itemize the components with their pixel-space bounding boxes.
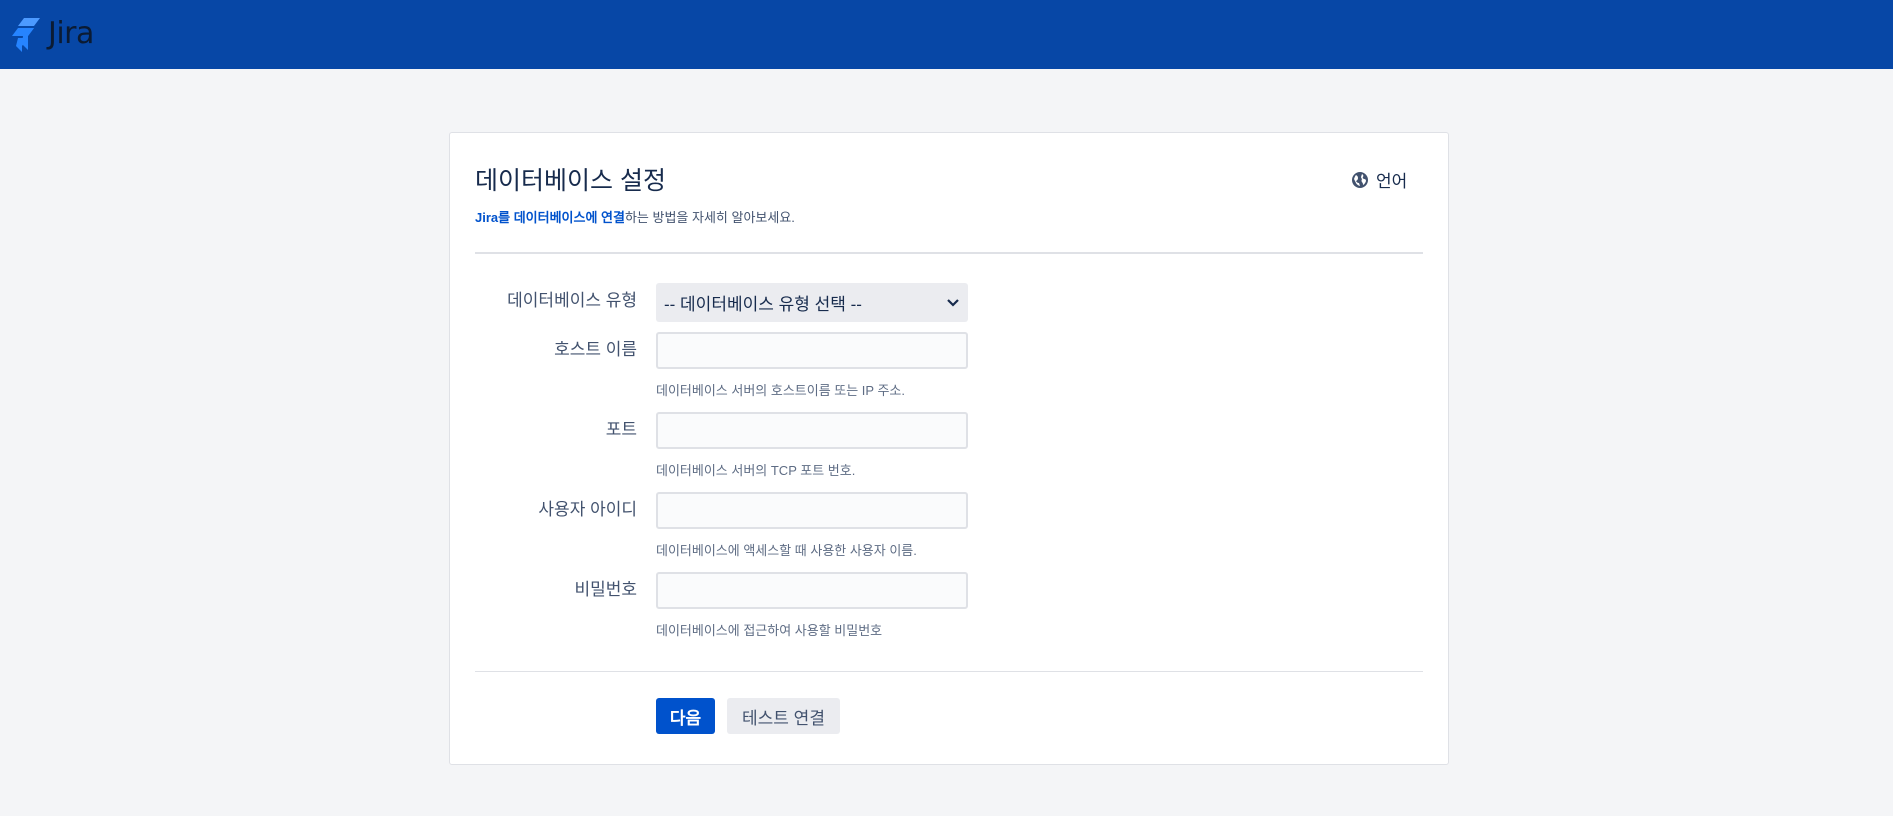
- next-button[interactable]: 다음: [656, 698, 715, 734]
- intro-rest-text: 하는 방법을 자세히 알아보세요.: [624, 210, 795, 225]
- chevron-down-icon: [947, 298, 959, 307]
- port-label: 포트: [605, 420, 637, 439]
- port-help-text: 데이터베이스 서버의 TCP 포트 번호.: [656, 463, 856, 478]
- host-input[interactable]: [656, 332, 968, 369]
- port-input[interactable]: [656, 412, 968, 449]
- password-input[interactable]: [656, 572, 968, 609]
- db-type-label: 데이터베이스 유형: [507, 291, 637, 310]
- db-type-select[interactable]: -- 데이터베이스 유형 선택 --: [656, 283, 968, 322]
- test-connection-button[interactable]: 테스트 연결: [727, 698, 840, 734]
- user-input[interactable]: [656, 492, 968, 529]
- header-divider: [475, 252, 1423, 254]
- user-help-text: 데이터베이스에 액세스할 때 사용한 사용자 이름.: [656, 543, 917, 558]
- password-help-text: 데이터베이스에 접근하여 사용할 비밀번호: [656, 623, 883, 638]
- jira-logo-link[interactable]: Jira: [10, 16, 94, 52]
- language-label: 언어: [1376, 172, 1408, 191]
- language-selector[interactable]: 언어: [1351, 167, 1407, 192]
- top-navigation-bar: Jira: [0, 0, 1893, 69]
- intro-text: Jira를 데이터베이스에 연결하는 방법을 자세히 알아보세요.: [475, 207, 795, 226]
- db-type-selected-value: -- 데이터베이스 유형 선택 --: [664, 295, 862, 314]
- password-label: 비밀번호: [574, 580, 637, 599]
- page-title: 데이터베이스 설정: [475, 167, 666, 195]
- host-label: 호스트 이름: [554, 340, 637, 359]
- jira-logo-text: Jira: [48, 16, 94, 51]
- database-setup-card: 데이터베이스 설정 언어 Jira를 데이터베이스에 연결하는 방법을 자세히 …: [449, 132, 1449, 765]
- connect-database-help-link[interactable]: Jira를 데이터베이스에 연결: [475, 210, 625, 225]
- jira-logo-icon: [12, 18, 40, 52]
- footer-divider: [475, 671, 1423, 672]
- user-label: 사용자 아이디: [538, 500, 637, 519]
- globe-icon: [1352, 171, 1368, 188]
- host-help-text: 데이터베이스 서버의 호스트이름 또는 IP 주소.: [656, 383, 905, 398]
